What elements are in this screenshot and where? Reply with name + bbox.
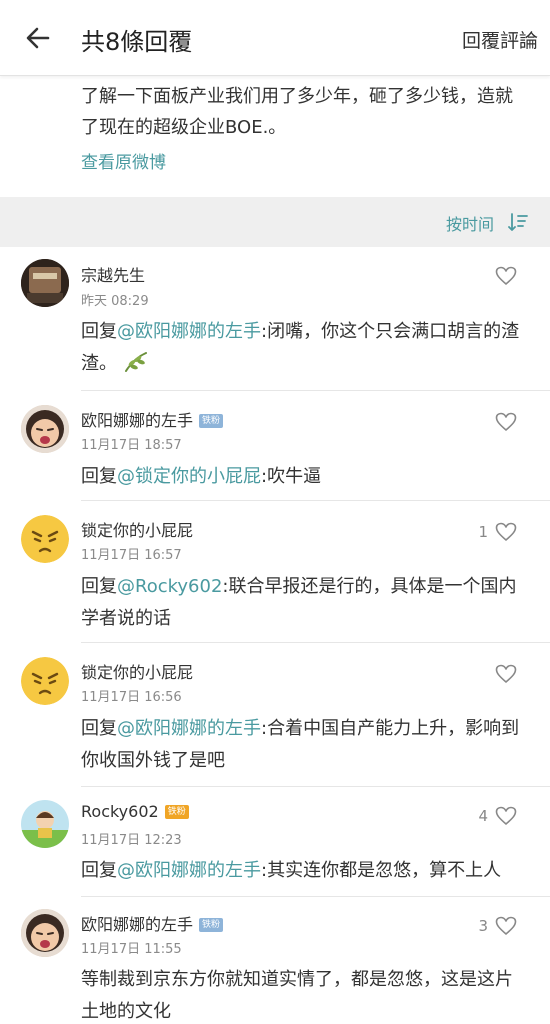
comment-text: 回复@欧阳娜娜的左手:其实连你都是忽悠，算不上人 xyxy=(81,855,526,887)
comment-text: 等制裁到京东方你就知道实情了，都是忽悠，这是这片土地的文化 xyxy=(81,969,513,1022)
reply-prefix: 回复 xyxy=(81,718,117,739)
timestamp: 11月17日 12:23 xyxy=(81,833,182,848)
heart-icon[interactable] xyxy=(495,806,517,826)
like-count: 1 xyxy=(478,523,488,541)
heart-icon[interactable] xyxy=(495,266,517,286)
username-text[interactable]: 欧阳娜娜的左手 xyxy=(81,411,193,430)
username-text[interactable]: Rocky602 xyxy=(81,802,159,821)
avatar[interactable] xyxy=(21,657,69,705)
avatar[interactable] xyxy=(21,800,69,848)
reply-prefix: 回复 xyxy=(81,321,117,342)
username[interactable]: 宗越先生 xyxy=(81,262,145,286)
timestamp: 11月17日 11:55 xyxy=(81,942,182,957)
timestamp: 昨天 08:29 xyxy=(81,294,149,309)
reply-prefix: 回复 xyxy=(81,860,117,881)
comment-item: 欧阳娜娜的左手 铁粉 11月17日 18:57 回复@锁定你的小屁屁:吹牛逼 xyxy=(0,391,550,501)
avatar[interactable] xyxy=(21,405,69,453)
avatar[interactable] xyxy=(21,515,69,563)
original-post: 了解一下面板产业我们用了多少年，砸了多少钱，造就了现在的超级企业BOE.。 xyxy=(0,77,550,197)
comment-text: 回复@欧阳娜娜的左手:闭嘴，你这个只会满口胡言的渣渣。 xyxy=(81,316,526,384)
comment-body: :其实连你都是忽悠，算不上人 xyxy=(261,860,502,881)
username[interactable]: 欧阳娜娜的左手 铁粉 xyxy=(81,407,224,431)
sort-by-time-button[interactable]: 按时间 xyxy=(446,211,494,235)
heart-icon[interactable] xyxy=(495,412,517,432)
reply-prefix: 回复 xyxy=(81,466,117,487)
mention-link[interactable]: @欧阳娜娜的左手 xyxy=(117,860,261,881)
fan-badge: 铁粉 xyxy=(199,918,224,932)
username[interactable]: 欧阳娜娜的左手 铁粉 xyxy=(81,911,224,935)
reply-comment-button[interactable]: 回覆評論 xyxy=(462,26,538,53)
like-count: 4 xyxy=(478,807,488,825)
like-count: 3 xyxy=(478,917,488,935)
comment-body: :吹牛逼 xyxy=(261,466,322,487)
comment-item: Rocky602 铁粉 11月17日 12:23 4 回复@欧阳娜娜的左手:其实连… xyxy=(0,787,550,897)
username[interactable]: Rocky602 铁粉 xyxy=(81,802,189,821)
heart-icon[interactable] xyxy=(495,522,517,542)
comment-item: 锁定你的小屁屁 11月17日 16:57 1 回复@Rocky602:联合早报还… xyxy=(0,501,550,643)
fan-badge: 铁粉 xyxy=(199,414,224,428)
username-text[interactable]: 欧阳娜娜的左手 xyxy=(81,915,193,934)
username[interactable]: 锁定你的小屁屁 xyxy=(81,659,193,683)
mention-link[interactable]: @锁定你的小屁屁 xyxy=(117,466,261,487)
comment-item: 欧阳娜娜的左手 铁粉 11月17日 11:55 3 等制裁到京东方你就知道实情了，… xyxy=(0,897,550,1024)
heart-icon[interactable] xyxy=(495,664,517,684)
mention-link[interactable]: @欧阳娜娜的左手 xyxy=(117,321,261,342)
sort-icon[interactable] xyxy=(507,211,529,233)
timestamp: 11月17日 16:57 xyxy=(81,548,182,563)
username[interactable]: 锁定你的小屁屁 xyxy=(81,517,193,541)
comment-text: 回复@欧阳娜娜的左手:合着中国自产能力上升，影响到你收国外钱了是吧 xyxy=(81,713,526,777)
fan-badge: 铁粉 xyxy=(164,805,189,819)
timestamp: 11月17日 16:56 xyxy=(81,690,182,705)
reply-prefix: 回复 xyxy=(81,576,117,597)
view-original-link[interactable]: 查看原微博 xyxy=(81,148,166,173)
avatar[interactable] xyxy=(21,259,69,307)
page-title: 共8條回覆 xyxy=(81,28,193,56)
sort-bar: 按时间 xyxy=(0,197,550,247)
mention-link[interactable]: @欧阳娜娜的左手 xyxy=(117,718,261,739)
comment-text: 回复@Rocky602:联合早报还是行的，具体是一个国内学者说的话 xyxy=(81,571,526,635)
comment-item: 宗越先生 昨天 08:29 回复@欧阳娜娜的左手:闭嘴，你这个只会满口胡言的渣渣… xyxy=(0,247,550,391)
top-bar: 共8條回覆 回覆評論 xyxy=(0,0,550,76)
mention-link[interactable]: @Rocky602 xyxy=(117,576,222,597)
timestamp: 11月17日 18:57 xyxy=(81,438,182,453)
comment-text: 回复@锁定你的小屁屁:吹牛逼 xyxy=(81,461,526,493)
back-arrow-icon[interactable] xyxy=(22,22,54,54)
avatar[interactable] xyxy=(21,909,69,957)
leaf-icon xyxy=(123,351,149,384)
comment-item: 锁定你的小屁屁 11月17日 16:56 回复@欧阳娜娜的左手:合着中国自产能力… xyxy=(0,643,550,787)
heart-icon[interactable] xyxy=(495,916,517,936)
original-post-text: 了解一下面板产业我们用了多少年，砸了多少钱，造就了现在的超级企业BOE.。 xyxy=(81,86,513,138)
